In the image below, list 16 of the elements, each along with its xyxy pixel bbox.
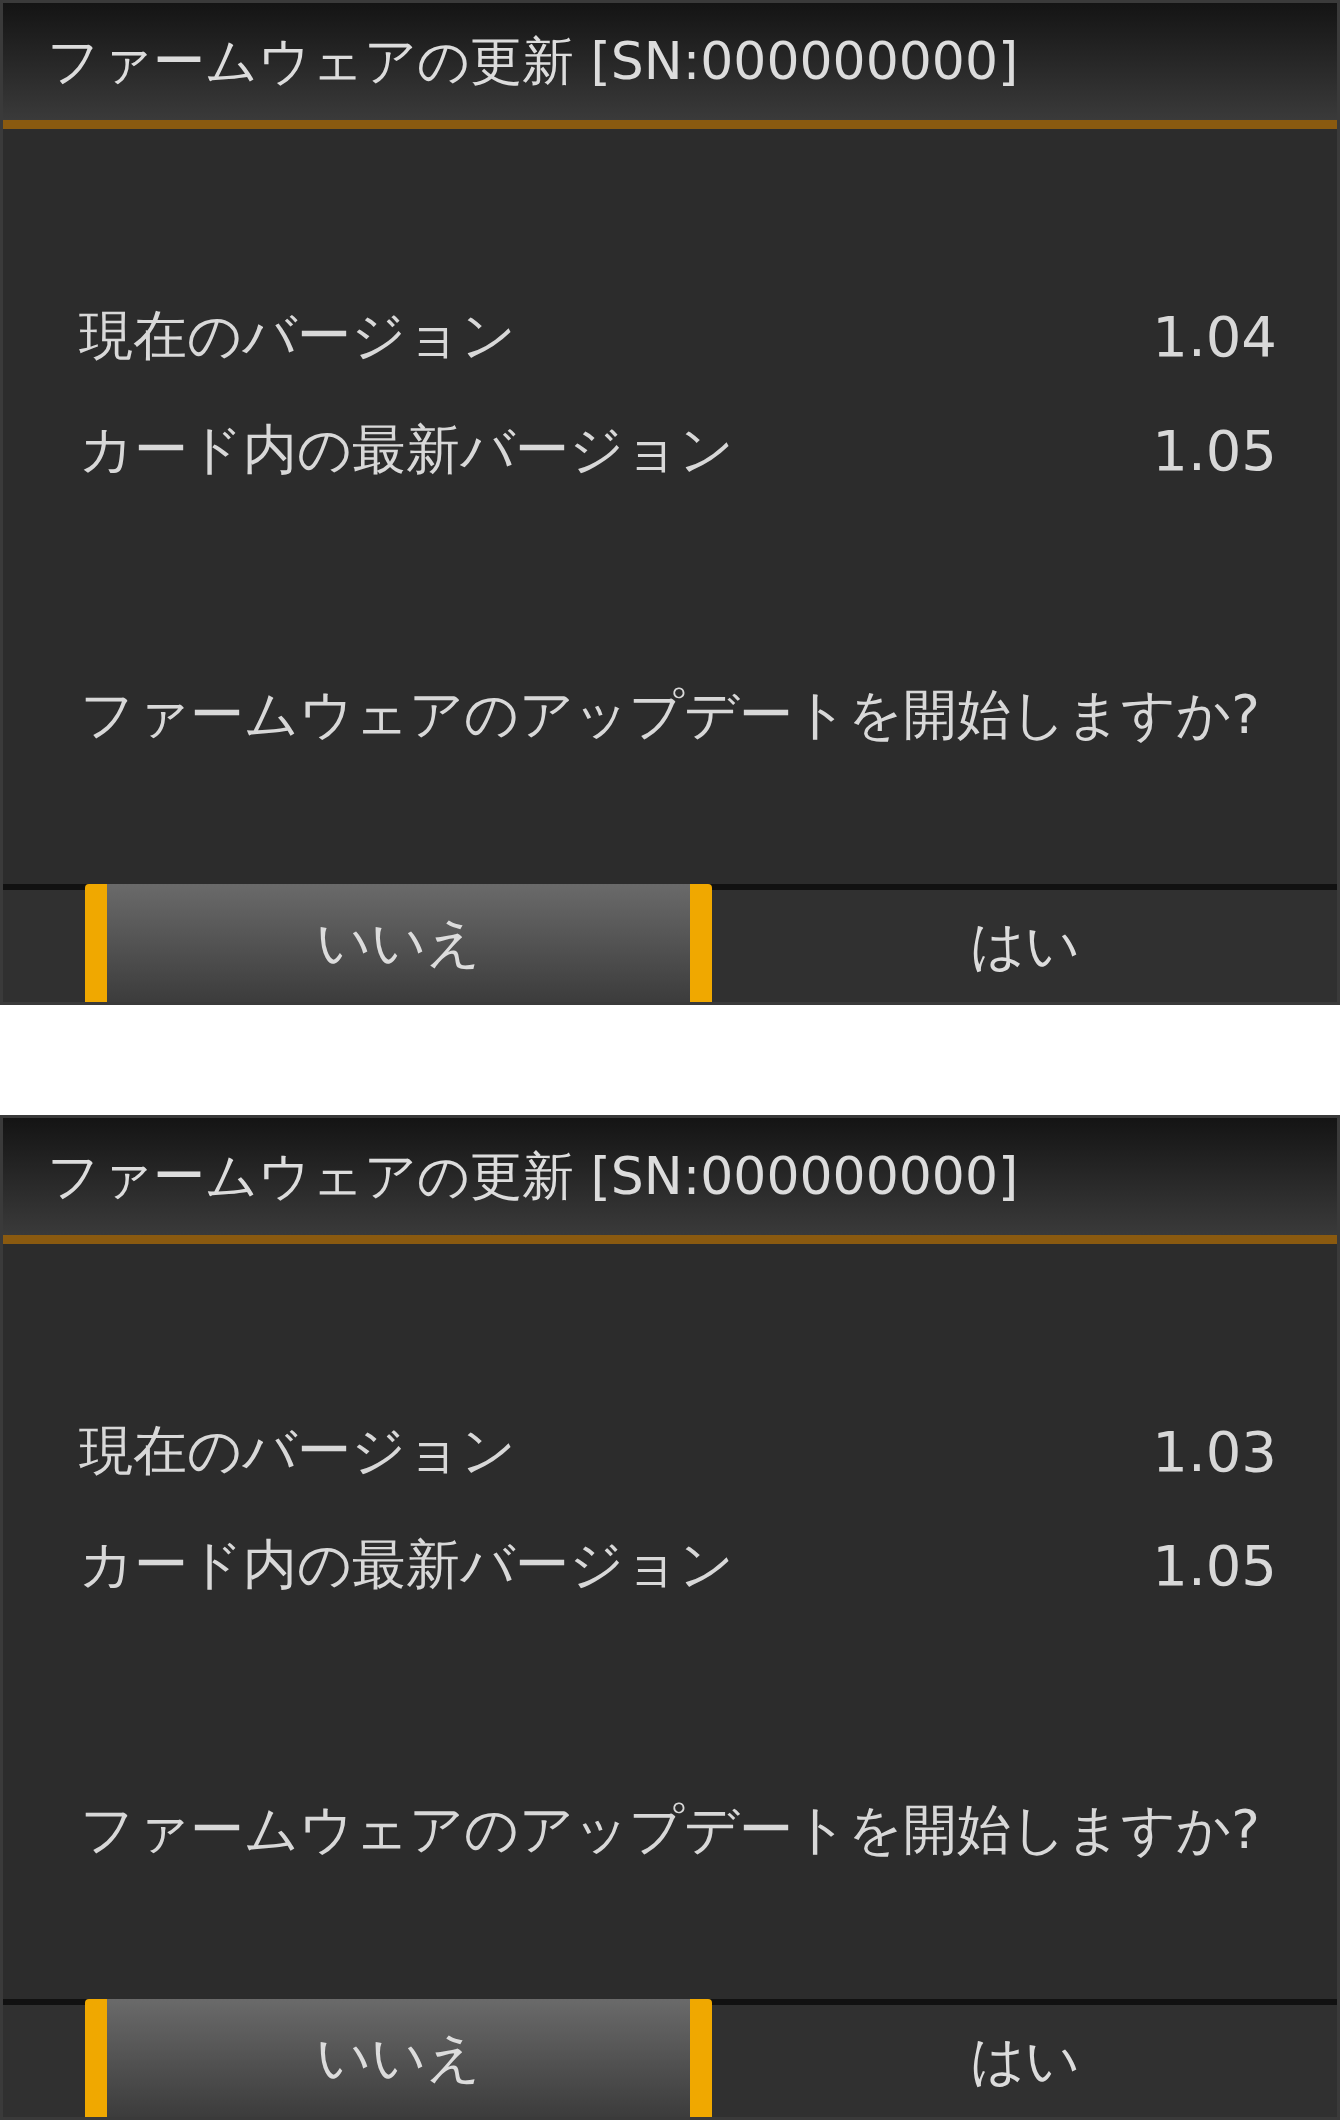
confirm-question: ファームウェアのアップデートを開始しますか? xyxy=(79,682,1261,748)
screen-title: ファームウェアの更新 [SN:000000000] xyxy=(47,29,1019,93)
version-label: 現在のバージョン xyxy=(79,302,516,369)
version-label: カード内の最新バージョン xyxy=(79,416,734,483)
version-value: 1.04 xyxy=(1152,303,1277,369)
option-button[interactable]: はい xyxy=(712,2005,1337,2117)
version-value: 1.05 xyxy=(1152,1532,1277,1598)
version-value: 1.03 xyxy=(1152,1418,1277,1484)
version-label: 現在のバージョン xyxy=(79,1417,516,1484)
option-button[interactable]: はい xyxy=(712,890,1337,1002)
confirm-question: ファームウェアのアップデートを開始しますか? xyxy=(79,1797,1261,1863)
screen-title: ファームウェアの更新 [SN:000000000] xyxy=(47,1144,1019,1208)
option-button[interactable]: いいえ xyxy=(85,1999,713,2117)
version-value: 1.05 xyxy=(1152,417,1277,483)
version-label: カード内の最新バージョン xyxy=(79,1531,734,1598)
option-button[interactable]: いいえ xyxy=(85,884,713,1002)
